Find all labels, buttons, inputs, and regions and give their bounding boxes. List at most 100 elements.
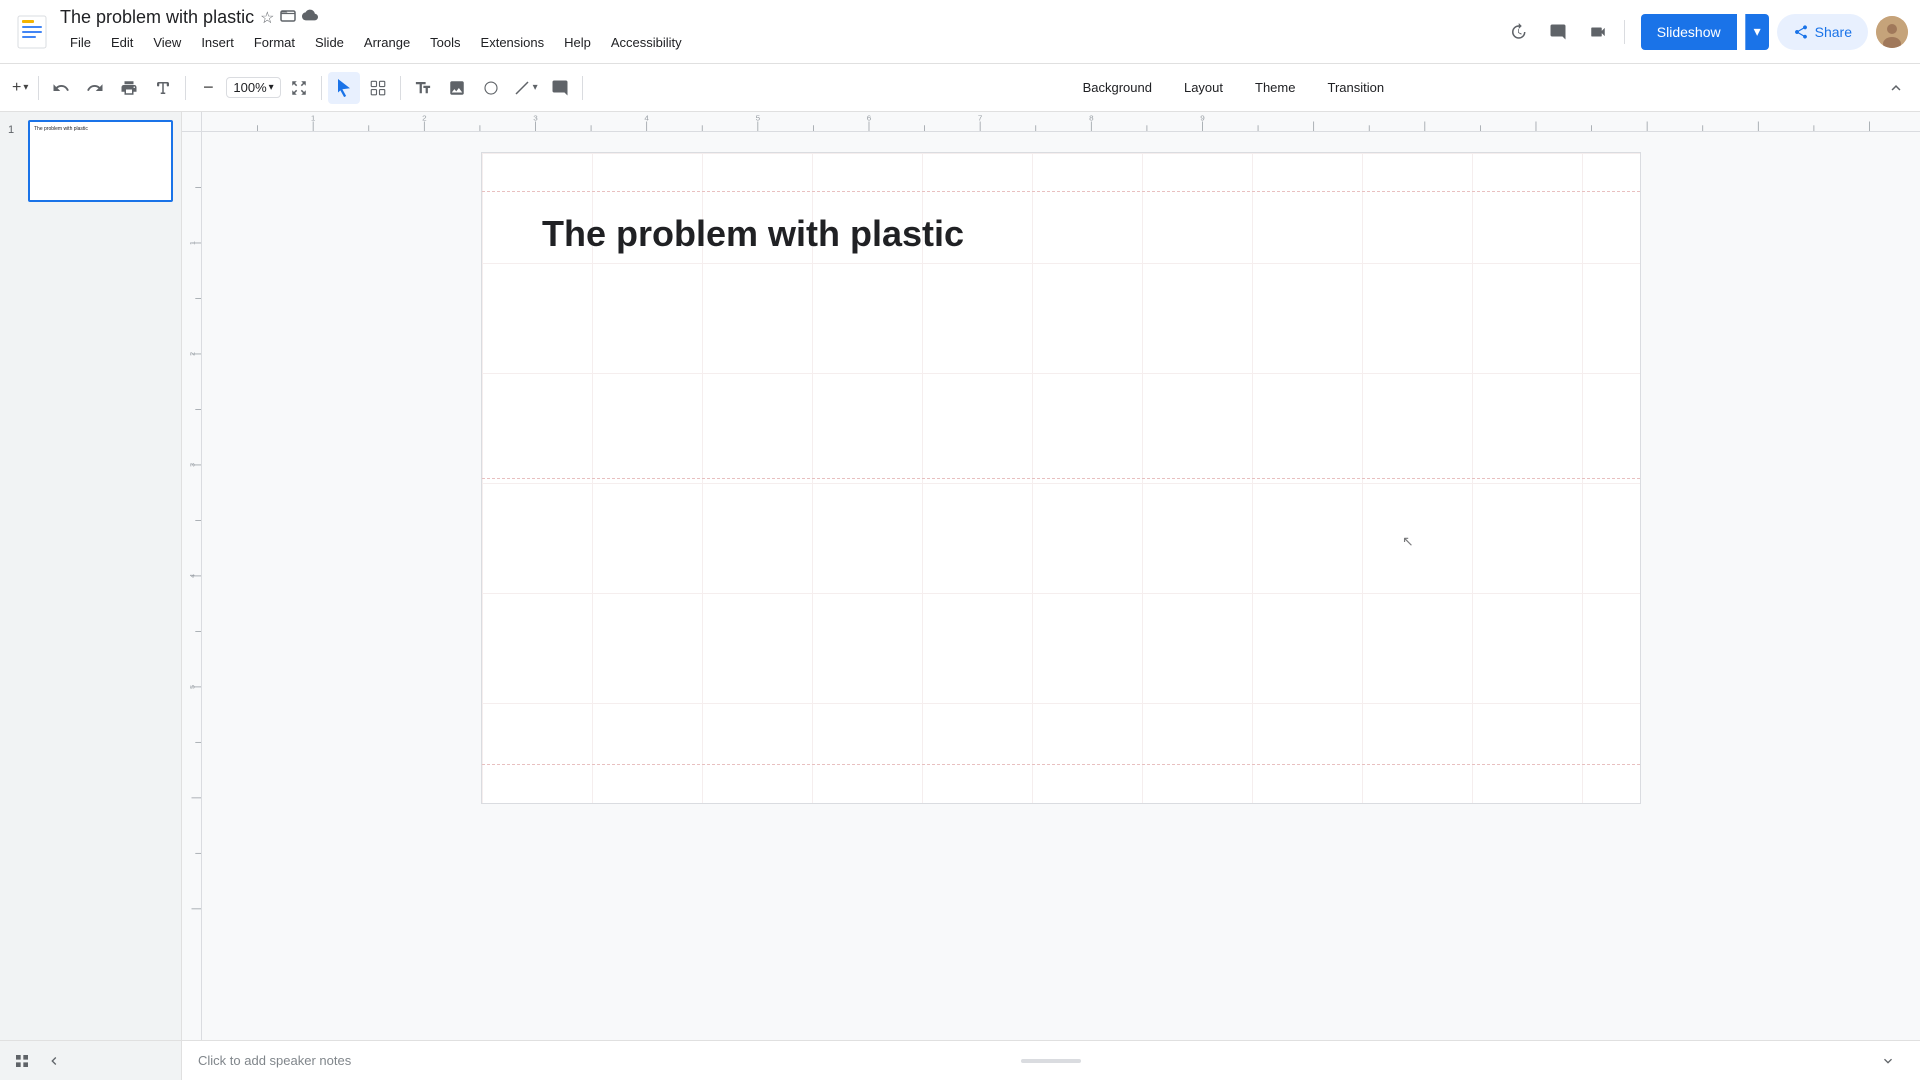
ruler-top: 1 2 3 4 5 6 7 8 9 (202, 112, 1920, 132)
slide-number-1: 1 (8, 124, 22, 136)
redo-button[interactable] (79, 72, 111, 104)
comments-button[interactable] (1540, 14, 1576, 50)
app-logo (12, 12, 52, 52)
svg-text:8: 8 (1089, 114, 1094, 123)
right-controls: Slideshow ▾ Share (1641, 14, 1908, 50)
doc-title-row: The problem with plastic ☆ (60, 7, 1492, 28)
menu-help[interactable]: Help (554, 31, 601, 54)
add-slide-button[interactable]: + ▾ (8, 72, 32, 104)
toolbar-sep-2 (185, 76, 186, 100)
shape-tool[interactable] (475, 72, 507, 104)
slideshow-button[interactable]: Slideshow (1641, 14, 1737, 50)
toolbar: + ▾ − 100% ▾ ▾ (0, 64, 1920, 112)
slideshow-dropdown-button[interactable]: ▾ (1745, 14, 1769, 50)
svg-text:4: 4 (190, 574, 197, 578)
select-tool[interactable] (362, 72, 394, 104)
menu-insert[interactable]: Insert (191, 31, 244, 54)
notes-placeholder[interactable]: Click to add speaker notes (198, 1053, 351, 1068)
bottom-left (0, 1040, 182, 1080)
layout-button[interactable]: Layout (1170, 74, 1237, 101)
zoom-value: 100% (233, 80, 266, 95)
share-label: Share (1815, 24, 1852, 40)
share-button[interactable]: Share (1777, 14, 1868, 50)
line-tool-arrow: ▾ (533, 82, 538, 93)
notes-bar: Click to add speaker notes (182, 1040, 1920, 1080)
ruler-left-svg: 1 2 3 4 5 (182, 132, 201, 1040)
plus-icon: + (12, 79, 21, 97)
svg-text:1: 1 (190, 241, 197, 245)
history-button[interactable] (1500, 14, 1536, 50)
doc-title-area: The problem with plastic ☆ File Edit Vie… (60, 7, 1492, 56)
ruler-left: 1 2 3 4 5 (182, 132, 202, 1040)
present-button[interactable] (1580, 14, 1616, 50)
notes-drag-handle[interactable] (1021, 1059, 1081, 1063)
print-button[interactable] (113, 72, 145, 104)
canvas-area: 1 2 3 4 5 6 7 8 9 (182, 112, 1920, 1080)
menu-extensions[interactable]: Extensions (471, 31, 555, 54)
cursor-indicator: ↖ (1402, 533, 1414, 550)
menu-file[interactable]: File (60, 31, 101, 54)
comment-tool[interactable] (544, 72, 576, 104)
main-area: 1 The problem with plastic (0, 112, 1920, 1080)
menu-arrange[interactable]: Arrange (354, 31, 420, 54)
menu-format[interactable]: Format (244, 31, 305, 54)
line-tool[interactable]: ▾ (509, 72, 542, 104)
toolbar-sep-4 (400, 76, 401, 100)
paint-format-button[interactable] (147, 72, 179, 104)
text-tool[interactable] (407, 72, 439, 104)
slide-thumbnail-1[interactable]: The problem with plastic (28, 120, 173, 202)
menu-view[interactable]: View (143, 31, 191, 54)
slide-workspace[interactable]: The problem with plastic ↖ (202, 132, 1920, 1040)
slide-panel: 1 The problem with plastic (0, 112, 182, 1080)
svg-text:2: 2 (190, 352, 197, 356)
top-icons-right (1500, 14, 1629, 50)
slide-thumb-wrapper-1: 1 The problem with plastic (8, 120, 173, 202)
star-icon[interactable]: ☆ (260, 8, 274, 28)
zoom-out-button[interactable]: − (192, 72, 224, 104)
slide-border-mid (482, 478, 1640, 479)
svg-text:1: 1 (311, 114, 315, 123)
svg-text:5: 5 (756, 114, 761, 123)
svg-text:5: 5 (190, 685, 197, 689)
transition-button[interactable]: Transition (1313, 74, 1398, 101)
menu-edit[interactable]: Edit (101, 31, 143, 54)
toolbar-sep-3 (321, 76, 322, 100)
zoom-arrow: ▾ (269, 82, 274, 93)
svg-text:4: 4 (644, 114, 649, 123)
toolbar-sep-1 (38, 76, 39, 100)
notes-right-icons (1872, 1045, 1904, 1077)
svg-text:2: 2 (422, 114, 426, 123)
menu-bar: File Edit View Insert Format Slide Arran… (60, 28, 1492, 56)
menu-tools[interactable]: Tools (420, 31, 470, 54)
svg-text:3: 3 (533, 114, 538, 123)
svg-text:7: 7 (978, 114, 982, 123)
collapse-toolbar-button[interactable] (1880, 72, 1912, 104)
slide-border-bottom-inner (482, 764, 1640, 765)
image-tool[interactable] (441, 72, 473, 104)
collapse-panel-button[interactable] (40, 1047, 68, 1075)
slide-border-top (482, 191, 1640, 192)
theme-button[interactable]: Theme (1241, 74, 1309, 101)
title-bar: The problem with plastic ☆ File Edit Vie… (0, 0, 1920, 64)
format-bar: Background Layout Theme Transition (1069, 74, 1399, 101)
folder-icon[interactable] (280, 7, 296, 28)
svg-text:3: 3 (190, 463, 197, 467)
cursor-tool[interactable] (328, 72, 360, 104)
collapse-notes-button[interactable] (1872, 1045, 1904, 1077)
menu-slide[interactable]: Slide (305, 31, 354, 54)
ruler-top-svg: 1 2 3 4 5 6 7 8 9 (202, 112, 1920, 131)
divider (1624, 20, 1625, 44)
slide-title[interactable]: The problem with plastic (542, 213, 964, 255)
user-avatar[interactable] (1876, 16, 1908, 48)
background-button[interactable]: Background (1069, 74, 1166, 101)
undo-button[interactable] (45, 72, 77, 104)
zoom-fit-button[interactable] (283, 72, 315, 104)
zoom-level[interactable]: 100% ▾ (226, 77, 280, 98)
doc-title[interactable]: The problem with plastic (60, 7, 254, 28)
cloud-icon[interactable] (302, 7, 318, 28)
menu-accessibility[interactable]: Accessibility (601, 31, 692, 54)
ruler-corner (182, 112, 202, 132)
svg-text:6: 6 (867, 114, 872, 123)
grid-view-button[interactable] (8, 1047, 36, 1075)
slide-thumb-text: The problem with plastic (34, 126, 88, 132)
